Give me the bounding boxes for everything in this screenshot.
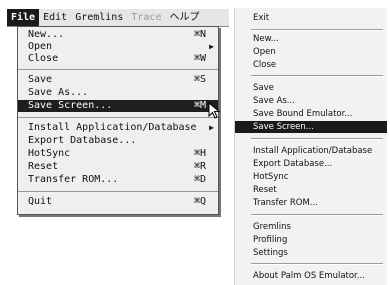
menu-item-save-as[interactable]: Save As... — [18, 87, 218, 99]
menu-item-reset[interactable]: Reset ⌘R — [18, 161, 218, 173]
menu-separator — [18, 191, 218, 192]
menu-separator — [251, 29, 383, 31]
menu-item-close[interactable]: Close — [235, 59, 387, 71]
mac-file-menu: New... ⌘N Open ▶ Close ⌘W Save ⌘S Save A… — [17, 26, 219, 215]
shortcut-label: ⌘S — [193, 74, 206, 85]
menu-item-export[interactable]: Export Database... — [18, 135, 218, 147]
menu-item-save-as[interactable]: Save As... — [235, 95, 387, 107]
menu-item-hotsync[interactable]: HotSync — [235, 171, 387, 183]
menu-item-install[interactable]: Install Application/Database ▶ — [18, 122, 218, 134]
menu-item-open[interactable]: Open ▶ — [18, 41, 218, 53]
menu-item-profiling[interactable]: Profiling — [235, 234, 387, 246]
menu-item-settings[interactable]: Settings — [235, 247, 387, 259]
mac-menubar: File Edit Gremlins Trace ヘルプ — [7, 9, 229, 27]
menubar-gremlins[interactable]: Gremlins — [71, 9, 127, 26]
menu-item-exit[interactable]: Exit — [235, 12, 387, 24]
menu-item-export[interactable]: Export Database... — [235, 158, 387, 170]
menu-item-transfer-rom[interactable]: Transfer ROM... — [235, 197, 387, 209]
menu-item-label: Export Database... — [28, 135, 137, 146]
menu-item-label: New... — [28, 29, 65, 40]
menu-item-new[interactable]: New... ⌘N — [18, 29, 218, 41]
menu-separator — [251, 75, 383, 77]
menu-item-save-bound-emulator[interactable]: Save Bound Emulator... — [235, 108, 387, 120]
shortcut-label: ⌘N — [193, 29, 206, 40]
menu-separator — [251, 214, 383, 216]
menu-item-gremlins[interactable]: Gremlins — [235, 221, 387, 233]
shortcut-label: ⌘H — [193, 148, 206, 159]
menu-item-label: Save Screen... — [28, 100, 113, 111]
menubar-edit[interactable]: Edit — [39, 9, 71, 26]
menu-item-quit[interactable]: Quit ⌘Q — [18, 196, 218, 208]
shortcut-label: ⌘W — [193, 53, 206, 64]
menu-item-save-screen[interactable]: Save Screen... ⌘M — [18, 100, 218, 112]
menu-item-label: Quit — [28, 196, 53, 207]
shortcut-label: ⌘Q — [193, 196, 206, 207]
menu-item-label: Save — [28, 74, 53, 85]
menubar-help[interactable]: ヘルプ — [165, 9, 203, 26]
menu-item-transfer-rom[interactable]: Transfer ROM... ⌘D — [18, 174, 218, 186]
menu-item-open[interactable]: Open — [235, 46, 387, 58]
menubar-file[interactable]: File — [7, 9, 40, 26]
menu-separator — [18, 69, 218, 70]
menu-item-save[interactable]: Save ⌘S — [18, 74, 218, 86]
menu-item-close[interactable]: Close ⌘W — [18, 53, 218, 65]
menu-item-install[interactable]: Install Application/Database — [235, 145, 387, 157]
shortcut-label: ⌘R — [193, 161, 206, 172]
windows-file-menu: Exit New... Open Close Save Save As... S… — [234, 8, 387, 285]
mouse-pointer-icon — [208, 102, 221, 119]
submenu-arrow-icon: ▶ — [209, 123, 214, 132]
menu-item-new[interactable]: New... — [235, 33, 387, 45]
menu-separator — [251, 263, 383, 265]
menu-item-label: Open — [28, 41, 53, 52]
submenu-arrow-icon: ▶ — [209, 42, 214, 51]
shortcut-label: ⌘D — [193, 174, 206, 185]
menubar-trace: Trace — [131, 12, 162, 23]
menu-item-reset[interactable]: Reset — [235, 184, 387, 196]
menu-item-label: Close — [28, 53, 59, 64]
menu-item-label: Reset — [28, 161, 59, 172]
menu-item-label: Install Application/Database — [28, 122, 197, 133]
menu-item-hotsync[interactable]: HotSync ⌘H — [18, 148, 218, 160]
menu-item-save[interactable]: Save — [235, 82, 387, 94]
shortcut-label: ⌘M — [193, 100, 206, 111]
menu-item-label: HotSync — [28, 148, 71, 159]
menu-separator — [251, 138, 383, 140]
menu-item-label: Transfer ROM... — [28, 174, 119, 185]
menu-item-label: Save As... — [28, 87, 89, 98]
menu-item-save-screen[interactable]: Save Screen... — [235, 121, 387, 133]
menu-separator — [18, 117, 218, 118]
menu-item-about[interactable]: About Palm OS Emulator... — [235, 270, 387, 282]
